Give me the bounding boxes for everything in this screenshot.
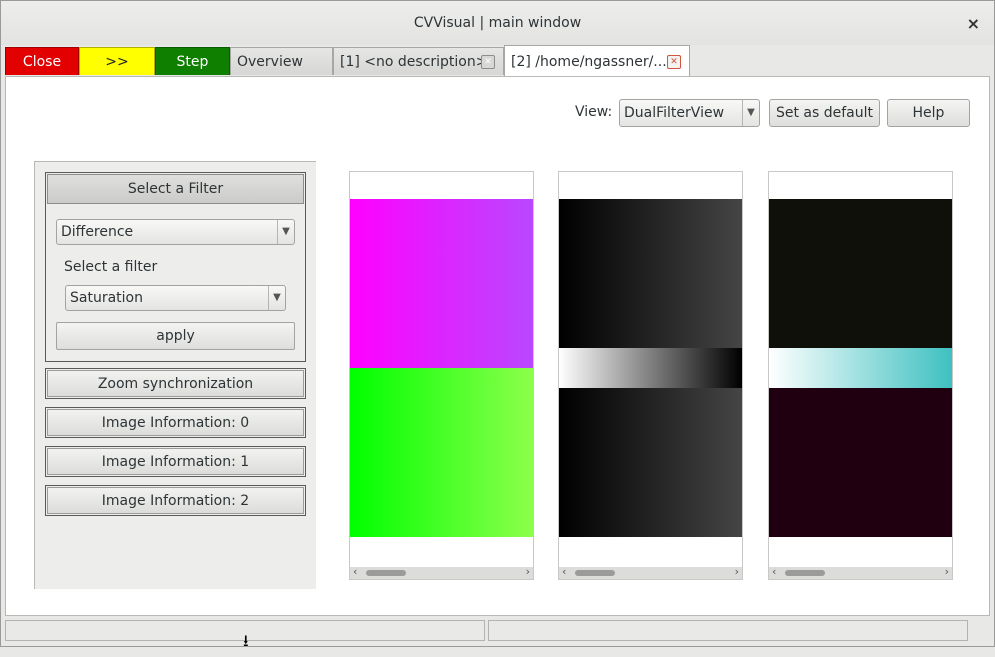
image-1-top [559, 199, 742, 348]
tab-2-close-icon[interactable]: ✕ [667, 55, 681, 69]
scroll-thumb[interactable] [785, 570, 825, 576]
view-select[interactable]: DualFilterView ▼ [619, 99, 760, 127]
title-bar: CVVisual | main window × [1, 1, 994, 45]
scroll-left-icon[interactable]: ‹ [772, 565, 776, 578]
window-close-icon[interactable]: × [967, 14, 980, 33]
tab-1-close-icon[interactable]: ✕ [481, 55, 495, 69]
scroll-left-icon[interactable]: ‹ [562, 565, 566, 578]
zoom-sync-label: Zoom synchronization [47, 370, 304, 397]
image-info-0-label: Image Information: 0 [47, 409, 304, 436]
content-area: View: DualFilterView ▼ Set as default He… [5, 76, 990, 616]
image-0-top [350, 199, 533, 368]
tab-2-label: [2] /home/ngassner/... [511, 54, 667, 70]
filter-select[interactable]: Difference ▼ [56, 219, 295, 245]
image-view-2[interactable]: ‹ › [768, 171, 953, 580]
select-filter-label: Select a filter [64, 259, 158, 275]
tab-2[interactable]: [2] /home/ngassner/... ✕ [504, 45, 690, 77]
view-label: View: [575, 104, 613, 120]
tab-overview[interactable]: Overview [230, 47, 333, 75]
set-default-button[interactable]: Set as default [769, 99, 880, 127]
scroll-left-icon[interactable]: ‹ [353, 565, 357, 578]
image-2-top [769, 199, 952, 348]
image-1-scrollbar[interactable]: ‹ › [559, 565, 742, 579]
sub-filter-select[interactable]: Saturation ▼ [65, 285, 286, 311]
filter-group: Select a Filter Difference ▼ Select a fi… [45, 172, 306, 362]
scroll-thumb[interactable] [366, 570, 406, 576]
filter-select-value: Difference [61, 224, 134, 240]
cursor-icon: ⭳ [243, 631, 249, 650]
image-info-1-button[interactable]: Image Information: 1 [45, 446, 306, 477]
side-panel: Select a Filter Difference ▼ Select a fi… [34, 161, 316, 589]
tab-forward[interactable]: >> [79, 47, 155, 75]
help-button[interactable]: Help [887, 99, 970, 127]
status-cell-right [488, 620, 968, 641]
chevron-down-icon: ▼ [277, 220, 294, 244]
image-info-1-label: Image Information: 1 [47, 448, 304, 475]
view-select-value: DualFilterView [624, 105, 725, 121]
image-info-0-button[interactable]: Image Information: 0 [45, 407, 306, 438]
tab-step[interactable]: Step [155, 47, 230, 75]
main-window: CVVisual | main window × Close >> Step O… [0, 0, 995, 650]
tab-overview-label: Overview [237, 54, 303, 70]
image-0-scrollbar[interactable]: ‹ › [350, 565, 533, 579]
image-0-bottom [350, 368, 533, 537]
image-1-bottom [559, 388, 742, 537]
chevron-down-icon: ▼ [268, 286, 285, 310]
apply-button[interactable]: apply [56, 322, 295, 350]
tab-close-label: Close [22, 54, 62, 70]
image-info-2-button[interactable]: Image Information: 2 [45, 485, 306, 516]
image-2-scrollbar[interactable]: ‹ › [769, 565, 952, 579]
scroll-thumb[interactable] [575, 570, 615, 576]
tab-bar: Close >> Step Overview [1] <no descripti… [5, 45, 990, 77]
image-1-middle [559, 348, 742, 388]
image-2-bottom [769, 388, 952, 537]
scroll-right-icon[interactable]: › [526, 565, 530, 578]
status-bar [5, 620, 968, 642]
image-info-2-label: Image Information: 2 [47, 487, 304, 514]
sub-filter-select-value: Saturation [70, 290, 143, 306]
image-view-1[interactable]: ‹ › [558, 171, 743, 580]
image-2-middle [769, 348, 952, 388]
zoom-sync-button[interactable]: Zoom synchronization [45, 368, 306, 399]
chevron-down-icon: ▼ [742, 100, 759, 126]
scroll-right-icon[interactable]: › [735, 565, 739, 578]
tab-step-label: Step [176, 54, 209, 70]
window-title: CVVisual | main window [413, 15, 582, 31]
tab-1-label: [1] <no description> [340, 54, 488, 70]
tab-forward-label: >> [105, 54, 129, 70]
image-view-0[interactable]: ‹ › [349, 171, 534, 580]
tab-close[interactable]: Close [5, 47, 79, 75]
scroll-right-icon[interactable]: › [945, 565, 949, 578]
filter-group-header[interactable]: Select a Filter [47, 174, 304, 204]
tab-1[interactable]: [1] <no description> ✕ [333, 47, 504, 75]
